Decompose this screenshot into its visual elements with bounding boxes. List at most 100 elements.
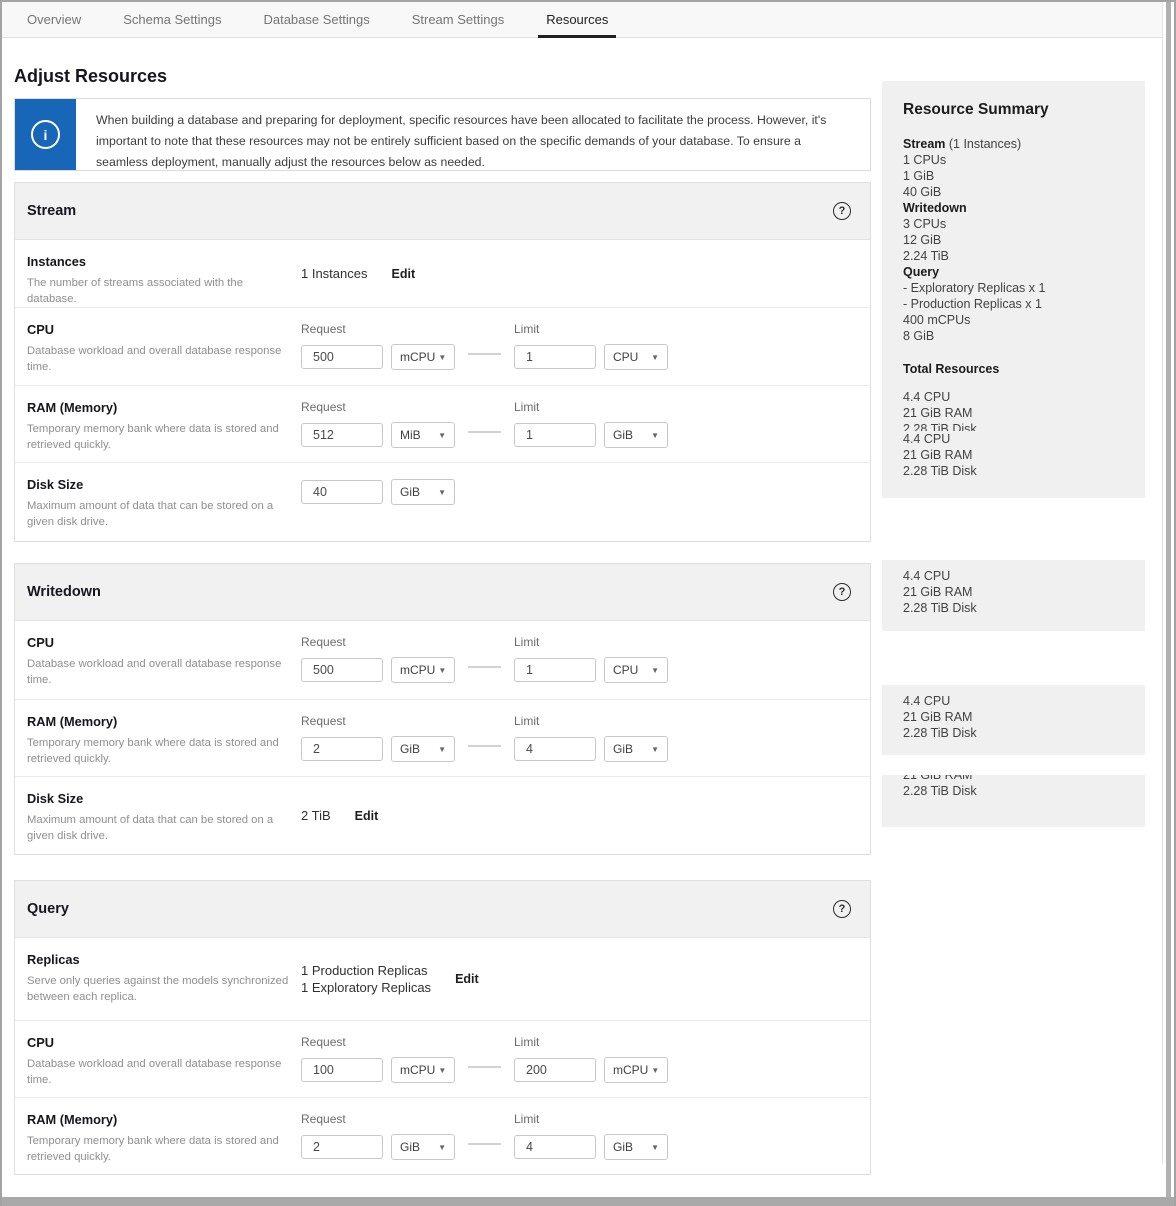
summary-line: 4.4 CPU bbox=[903, 693, 1131, 709]
stream-cpu-limit-input[interactable] bbox=[514, 345, 596, 369]
stream-section-title: Stream bbox=[27, 203, 76, 219]
summary-line-clipped: 2.28 TiB Disk bbox=[903, 421, 1131, 431]
summary-line: 21 GiB RAM bbox=[903, 584, 1131, 600]
writedown-section-header: Writedown ? bbox=[15, 564, 870, 621]
summary-line: 2.24 TiB bbox=[903, 248, 1131, 264]
summary-line: 21 GiB RAM bbox=[903, 709, 1131, 725]
help-icon[interactable]: ? bbox=[833, 202, 851, 220]
row-label: RAM (Memory) bbox=[27, 714, 301, 729]
summary-overflow-block: 21 GiB RAM 2.28 TiB Disk bbox=[882, 775, 1145, 827]
info-icon: i bbox=[31, 120, 60, 149]
summary-total-heading: Total Resources bbox=[903, 361, 1131, 377]
writedown-ram-request-input[interactable] bbox=[301, 737, 383, 761]
row-description: Maximum amount of data that can be store… bbox=[27, 812, 295, 844]
chevron-down-icon: ▼ bbox=[651, 431, 659, 440]
query-cpu-row: CPU Database workload and overall databa… bbox=[15, 1020, 870, 1097]
range-dash bbox=[468, 1143, 501, 1145]
tab-schema-settings[interactable]: Schema Settings bbox=[102, 2, 242, 37]
writedown-cpu-limit-unit-select[interactable]: CPU ▼ bbox=[604, 657, 668, 683]
tab-resources[interactable]: Resources bbox=[525, 2, 629, 37]
row-label: RAM (Memory) bbox=[27, 1112, 301, 1127]
query-replicas-value: 1 Production Replicas 1 Exploratory Repl… bbox=[301, 962, 431, 996]
writedown-cpu-request-unit-select[interactable]: mCPU ▼ bbox=[391, 657, 455, 683]
writedown-ram-limit-input[interactable] bbox=[514, 737, 596, 761]
tab-stream-settings[interactable]: Stream Settings bbox=[391, 2, 526, 37]
tab-database-settings[interactable]: Database Settings bbox=[242, 2, 390, 37]
row-description: Serve only queries against the models sy… bbox=[27, 973, 295, 1005]
request-label: Request bbox=[301, 400, 455, 414]
limit-label: Limit bbox=[514, 322, 668, 336]
chevron-down-icon: ▼ bbox=[651, 1066, 659, 1075]
query-ram-row: RAM (Memory) Temporary memory bank where… bbox=[15, 1097, 870, 1174]
stream-disk-unit-select[interactable]: GiB ▼ bbox=[391, 479, 455, 505]
writedown-ram-request-unit-select[interactable]: GiB ▼ bbox=[391, 736, 455, 762]
request-label: Request bbox=[301, 714, 455, 728]
summary-line: 2.28 TiB Disk bbox=[903, 463, 1131, 479]
query-replicas-edit-button[interactable]: Edit bbox=[455, 972, 479, 986]
tab-overview[interactable]: Overview bbox=[6, 2, 102, 37]
row-description: Database workload and overall database r… bbox=[27, 1056, 295, 1088]
stream-instances-row: Instances The number of streams associat… bbox=[15, 240, 870, 307]
writedown-cpu-request-input[interactable] bbox=[301, 658, 383, 682]
summary-line: 400 mCPUs bbox=[903, 312, 1131, 328]
summary-line: 4.4 CPU bbox=[903, 431, 1131, 447]
writedown-ram-row: RAM (Memory) Temporary memory bank where… bbox=[15, 699, 870, 776]
row-label: Replicas bbox=[27, 952, 301, 967]
request-label: Request bbox=[301, 1112, 455, 1126]
limit-label: Limit bbox=[514, 400, 668, 414]
stream-cpu-request-input[interactable] bbox=[301, 345, 383, 369]
stream-ram-request-unit-select[interactable]: MiB ▼ bbox=[391, 422, 455, 448]
summary-line: - Exploratory Replicas x 1 bbox=[903, 280, 1131, 296]
chevron-down-icon: ▼ bbox=[438, 1066, 446, 1075]
query-cpu-limit-input[interactable] bbox=[514, 1058, 596, 1082]
row-label: Disk Size bbox=[27, 477, 301, 492]
help-icon[interactable]: ? bbox=[833, 900, 851, 918]
help-icon[interactable]: ? bbox=[833, 583, 851, 601]
stream-cpu-limit-unit-select[interactable]: CPU ▼ bbox=[604, 344, 668, 370]
query-ram-limit-unit-select[interactable]: GiB ▼ bbox=[604, 1134, 668, 1160]
stream-ram-limit-unit-select[interactable]: GiB ▼ bbox=[604, 422, 668, 448]
writedown-cpu-limit-input[interactable] bbox=[514, 658, 596, 682]
chevron-down-icon: ▼ bbox=[651, 745, 659, 754]
page-title: Adjust Resources bbox=[14, 65, 871, 87]
vertical-scrollbar[interactable] bbox=[1166, 2, 1171, 1197]
summary-line: 2.28 TiB Disk bbox=[903, 725, 1131, 741]
stream-cpu-row: CPU Database workload and overall databa… bbox=[15, 307, 870, 385]
chevron-down-icon: ▼ bbox=[438, 353, 446, 362]
stream-ram-limit-input[interactable] bbox=[514, 423, 596, 447]
summary-overflow-block: 4.4 CPU 21 GiB RAM 2.28 TiB Disk bbox=[882, 685, 1145, 755]
query-cpu-request-input[interactable] bbox=[301, 1058, 383, 1082]
query-ram-request-input[interactable] bbox=[301, 1135, 383, 1159]
stream-disk-size-input[interactable] bbox=[301, 480, 383, 504]
row-label: CPU bbox=[27, 635, 301, 650]
query-cpu-request-unit-select[interactable]: mCPU ▼ bbox=[391, 1057, 455, 1083]
summary-line: 8 GiB bbox=[903, 328, 1131, 344]
summary-line: 40 GiB bbox=[903, 184, 1131, 200]
query-ram-request-unit-select[interactable]: GiB ▼ bbox=[391, 1134, 455, 1160]
request-label: Request bbox=[301, 322, 455, 336]
summary-line: 21 GiB RAM bbox=[903, 447, 1131, 463]
stream-instances-edit-button[interactable]: Edit bbox=[392, 267, 416, 281]
writedown-section: Writedown ? CPU Database workload and ov… bbox=[14, 563, 871, 855]
query-ram-limit-input[interactable] bbox=[514, 1135, 596, 1159]
limit-label: Limit bbox=[514, 635, 668, 649]
stream-cpu-request-unit-select[interactable]: mCPU ▼ bbox=[391, 344, 455, 370]
summary-overflow-block: 4.4 CPU 21 GiB RAM 2.28 TiB Disk bbox=[882, 560, 1145, 631]
request-label: Request bbox=[301, 1035, 455, 1049]
summary-line: 4.4 CPU bbox=[903, 568, 1131, 584]
writedown-disk-edit-button[interactable]: Edit bbox=[355, 809, 379, 823]
stream-ram-request-input[interactable] bbox=[301, 423, 383, 447]
summary-line: 2.28 TiB Disk bbox=[903, 783, 1131, 799]
summary-line: 3 CPUs bbox=[903, 216, 1131, 232]
summary-line: 12 GiB bbox=[903, 232, 1131, 248]
summary-line: - Production Replicas x 1 bbox=[903, 296, 1131, 312]
query-cpu-limit-unit-select[interactable]: mCPU ▼ bbox=[604, 1057, 668, 1083]
range-dash bbox=[468, 666, 501, 668]
writedown-section-title: Writedown bbox=[27, 584, 101, 600]
row-description: Temporary memory bank where data is stor… bbox=[27, 421, 295, 453]
chevron-down-icon: ▼ bbox=[438, 1143, 446, 1152]
writedown-ram-limit-unit-select[interactable]: GiB ▼ bbox=[604, 736, 668, 762]
row-description: The number of streams associated with th… bbox=[27, 275, 295, 307]
info-banner-icon-box: i bbox=[15, 99, 76, 170]
content-divider bbox=[1162, 2, 1163, 1165]
